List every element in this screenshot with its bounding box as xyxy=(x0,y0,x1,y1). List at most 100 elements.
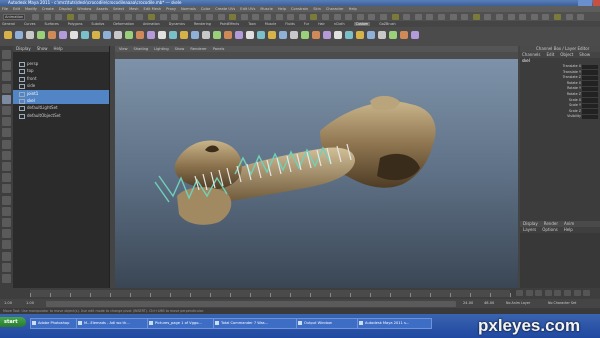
shelf-tool-icon[interactable] xyxy=(70,31,78,39)
taskbar-window-button[interactable]: M...Elemads - Adl wo th... xyxy=(76,318,153,329)
character-set-field[interactable]: No Character Set xyxy=(548,301,576,305)
shelf-tool-icon[interactable] xyxy=(290,31,298,39)
playback-button[interactable] xyxy=(544,290,552,296)
shelf-tool-icon[interactable] xyxy=(389,31,397,39)
shelf-tool-icon[interactable] xyxy=(400,31,408,39)
playback-button[interactable] xyxy=(583,290,591,296)
status-line-icon[interactable] xyxy=(66,13,74,20)
status-line-icon[interactable] xyxy=(55,13,63,20)
status-line-icon[interactable] xyxy=(194,13,202,20)
menu-item[interactable]: Normals xyxy=(181,7,196,11)
shelf-tab[interactable]: nCloth xyxy=(334,22,345,26)
attribute-value-field[interactable] xyxy=(582,70,598,75)
playback-button[interactable] xyxy=(573,290,581,296)
shelf-tool-icon[interactable] xyxy=(169,31,177,39)
status-line-icon[interactable] xyxy=(252,13,260,20)
shelf-tool-icon[interactable] xyxy=(147,31,155,39)
shelf-tab[interactable]: Custom xyxy=(353,22,371,26)
status-line-icon[interactable] xyxy=(298,13,306,20)
status-line-icon[interactable] xyxy=(577,13,585,20)
status-line-icon[interactable] xyxy=(206,13,213,20)
menu-item[interactable]: Edit UVs xyxy=(240,7,255,11)
toolbox-tool-icon[interactable] xyxy=(2,195,11,205)
shelf-tool-icon[interactable] xyxy=(279,31,287,39)
toolbox-tool-icon[interactable] xyxy=(2,274,11,283)
shelf-tab[interactable]: Fluids xyxy=(285,22,295,26)
status-line-icon[interactable] xyxy=(484,13,492,20)
status-line-icon[interactable] xyxy=(449,13,457,20)
shelf-tool-icon[interactable] xyxy=(301,31,309,39)
status-line-icon[interactable] xyxy=(322,13,329,20)
toolbox-tool-icon[interactable] xyxy=(2,106,11,115)
status-line-icon[interactable] xyxy=(148,13,155,20)
attribute-value-field[interactable] xyxy=(582,64,598,70)
shelf-tool-icon[interactable] xyxy=(323,31,331,39)
status-line-icon[interactable] xyxy=(240,13,248,20)
status-line-icon[interactable] xyxy=(472,13,480,20)
outliner-item[interactable]: defaultLightSet xyxy=(13,104,109,112)
status-line-icon[interactable] xyxy=(414,13,422,20)
time-slider-track[interactable] xyxy=(30,290,511,297)
menu-item[interactable]: Help xyxy=(278,7,286,11)
layer-menu-item[interactable]: Options xyxy=(542,227,557,232)
shelf-tool-icon[interactable] xyxy=(224,31,232,39)
shelf-tab[interactable]: General xyxy=(2,22,15,26)
status-line-icon[interactable] xyxy=(229,13,237,20)
outliner-item[interactable]: top xyxy=(13,67,109,75)
shelf-tool-icon[interactable] xyxy=(246,31,254,39)
status-line-icon[interactable] xyxy=(565,13,573,20)
toolbox-tool-icon[interactable] xyxy=(2,262,11,272)
shelf-tool-icon[interactable] xyxy=(180,31,188,39)
menu-item[interactable]: Create xyxy=(42,7,54,11)
menu-item[interactable]: Assets xyxy=(96,7,108,11)
shelf-tab[interactable]: Surfaces xyxy=(44,22,58,26)
status-line-icon[interactable] xyxy=(461,13,469,20)
taskbar-window-button[interactable]: Autodesk Maya 2011 s... xyxy=(357,318,432,329)
toolbox-tool-icon[interactable] xyxy=(2,139,11,149)
status-line-icon[interactable] xyxy=(507,13,515,20)
playback-button[interactable] xyxy=(554,290,562,296)
status-line-icon[interactable] xyxy=(101,13,109,20)
menu-item[interactable]: Proxy xyxy=(166,7,176,11)
outliner-item[interactable]: skel xyxy=(13,96,109,105)
shelf-tab[interactable]: Fur xyxy=(304,22,309,26)
shelf-tool-icon[interactable] xyxy=(268,31,276,39)
toolbox-tool-icon[interactable] xyxy=(2,61,11,71)
toolbox-tool-icon[interactable] xyxy=(2,117,11,127)
shelf-tab[interactable]: GoZBrush xyxy=(379,22,395,26)
attribute-value-field[interactable] xyxy=(582,109,598,114)
status-line-icon[interactable] xyxy=(530,13,538,20)
taskbar-window-button[interactable]: Adobe Photoshop xyxy=(30,318,82,329)
status-line-icon[interactable] xyxy=(496,13,503,20)
layer-menu-item[interactable]: Layers xyxy=(523,227,536,232)
menu-item[interactable]: Modify xyxy=(25,7,37,11)
outliner-menu-item[interactable]: Display xyxy=(16,46,31,51)
end-time-field[interactable]: 48.00 xyxy=(484,301,494,305)
toolbox-tool-icon[interactable] xyxy=(2,128,11,138)
menu-item[interactable]: Color xyxy=(201,7,210,11)
status-line-icon[interactable] xyxy=(43,13,51,20)
shelf-tab[interactable]: Muscle xyxy=(265,22,276,26)
menu-item[interactable]: Help xyxy=(349,7,357,11)
status-line-icon[interactable] xyxy=(113,13,121,20)
status-line-icon[interactable] xyxy=(380,13,387,20)
shelf-tab[interactable]: Deformation xyxy=(113,22,134,26)
toolbox-tool-icon[interactable] xyxy=(2,218,11,227)
attribute-value-field[interactable] xyxy=(582,75,598,81)
status-line-icon[interactable] xyxy=(333,13,341,20)
menu-item[interactable]: Edit Mesh xyxy=(144,7,162,11)
toolbox-tool-icon[interactable] xyxy=(2,72,11,82)
attribute-value-field[interactable] xyxy=(582,92,598,98)
menu-item[interactable]: Mesh xyxy=(129,7,138,11)
playback-button[interactable] xyxy=(564,290,571,296)
toolbox-tool-icon[interactable] xyxy=(2,173,11,183)
layer-tab[interactable]: Render xyxy=(544,221,558,226)
shelf-tab[interactable]: Curves xyxy=(24,22,35,26)
status-line-icon[interactable] xyxy=(124,13,132,20)
menu-item[interactable]: Select xyxy=(113,7,124,11)
shelf-tab[interactable]: Dynamics xyxy=(169,22,185,26)
anim-layer-field[interactable]: No Anim Layer xyxy=(506,301,530,305)
toolbox-tool-icon[interactable] xyxy=(2,94,11,104)
status-line-icon[interactable] xyxy=(356,13,364,20)
status-line-icon[interactable] xyxy=(542,13,550,20)
